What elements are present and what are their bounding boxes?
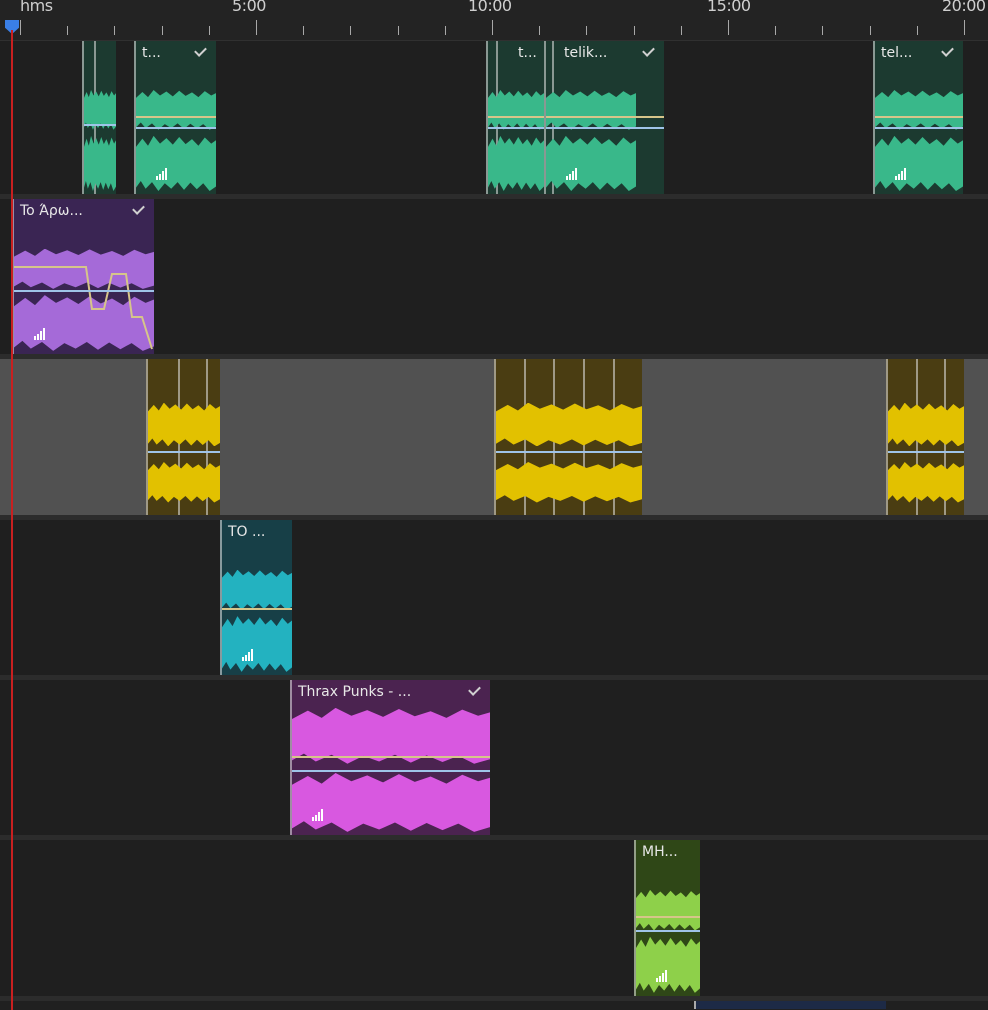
pan-envelope-line[interactable] [488, 126, 544, 129]
audio-clip[interactable]: telik... [544, 41, 664, 194]
audio-clip[interactable]: MH... [634, 840, 700, 996]
ruler-major-tick [20, 20, 21, 35]
clip-title: Thrax Punks - ... [298, 684, 412, 700]
waveform [292, 773, 490, 832]
waveform [496, 402, 642, 447]
waveform [222, 569, 292, 610]
clip-level-icon [895, 168, 913, 180]
timeline-ruler[interactable]: hms 5:00 10:00 15:00 20:00 [0, 0, 988, 41]
track-3[interactable] [0, 359, 988, 520]
clip-title: MH... [642, 844, 678, 860]
ruler-minor-tick [822, 26, 824, 35]
ruler-minor-tick [444, 26, 446, 35]
waveform [148, 402, 220, 447]
audio-clip[interactable] [146, 359, 220, 515]
pan-envelope-line[interactable] [148, 451, 220, 454]
audio-clip[interactable] [494, 359, 642, 515]
ruler-minor-tick [114, 26, 116, 35]
clip-level-icon [156, 168, 174, 180]
ruler-minor-tick [633, 26, 635, 35]
audio-clip[interactable]: t... [134, 41, 216, 194]
clip-level-icon [566, 168, 584, 180]
waveform [636, 936, 700, 993]
waveform [888, 461, 964, 503]
ruler-minor-tick [586, 26, 588, 35]
ruler-minor-tick [869, 26, 871, 35]
ruler-label-20min: 20:00 [942, 0, 986, 15]
ruler-minor-tick [67, 26, 69, 35]
pan-envelope-line[interactable] [292, 769, 490, 772]
ruler-major-tick [728, 20, 729, 35]
ruler-minor-tick [350, 26, 352, 35]
ruler-minor-tick [208, 26, 210, 35]
ruler-label-5min: 5:00 [232, 0, 266, 15]
waveform [496, 461, 642, 503]
pan-envelope-line[interactable] [136, 126, 216, 129]
ruler-minor-tick [775, 26, 777, 35]
waveform [888, 402, 964, 447]
playhead-line[interactable] [11, 30, 13, 1010]
volume-envelope-line[interactable] [546, 115, 664, 118]
ruler-minor-tick [680, 26, 682, 35]
volume-envelope-line[interactable] [292, 755, 490, 758]
volume-envelope-line[interactable] [636, 916, 700, 919]
waveform [136, 135, 216, 191]
audio-clip[interactable]: tel... [873, 41, 963, 194]
waveform [546, 135, 636, 191]
waveform [136, 89, 216, 130]
track-4[interactable]: TO ... [0, 520, 988, 680]
waveform [546, 89, 636, 130]
track-2[interactable]: To Άρω... [0, 199, 988, 359]
ruler-major-tick [256, 20, 257, 35]
waveform [222, 616, 292, 672]
ruler-minor-tick [916, 26, 918, 35]
track-6[interactable]: MH... [0, 840, 988, 1001]
volume-envelope-line[interactable] [222, 608, 292, 611]
audio-clip[interactable]: TO ... [220, 520, 292, 675]
waveform [636, 889, 700, 931]
pan-envelope-line[interactable] [546, 126, 664, 129]
audio-clip-partial[interactable] [694, 1001, 886, 1009]
clip-level-icon [312, 809, 330, 821]
track-5[interactable]: Thrax Punks - ... [0, 680, 988, 840]
waveform [875, 135, 963, 191]
audio-clip[interactable]: To Άρω... [12, 199, 154, 354]
ruler-label-15min: 15:00 [707, 0, 751, 15]
clip-level-icon [656, 970, 674, 982]
clip-title: TO ... [228, 524, 266, 540]
ruler-minor-tick [161, 26, 163, 35]
clip-title: t... [518, 45, 537, 61]
clip-level-icon [34, 328, 52, 340]
ruler-label-10min: 10:00 [468, 0, 512, 15]
pan-envelope-line[interactable] [84, 123, 116, 126]
audio-clip[interactable] [82, 41, 116, 194]
waveform [84, 135, 116, 191]
audio-clip[interactable]: t... [486, 41, 544, 194]
pan-envelope-line[interactable] [636, 930, 700, 933]
audio-clip[interactable] [886, 359, 964, 515]
audio-clip[interactable]: Thrax Punks - ... [290, 680, 490, 835]
clip-level-icon [242, 649, 260, 661]
ruler-major-tick [492, 20, 493, 35]
ruler-minor-tick [397, 26, 399, 35]
ruler-label-start: hms [20, 0, 53, 15]
volume-envelope-line[interactable] [136, 115, 216, 118]
ruler-major-tick [964, 20, 965, 35]
pan-envelope-line[interactable] [496, 451, 642, 454]
pan-envelope-line[interactable] [888, 451, 964, 454]
volume-envelope-line[interactable] [875, 115, 963, 118]
waveform [875, 89, 963, 130]
ruler-minor-tick [539, 26, 541, 35]
ruler-minor-tick [303, 26, 305, 35]
waveform [148, 461, 220, 503]
pan-envelope-line[interactable] [875, 126, 963, 129]
track-1[interactable]: t... t... telik... tel... [0, 41, 988, 199]
volume-envelope-line[interactable] [488, 115, 544, 118]
